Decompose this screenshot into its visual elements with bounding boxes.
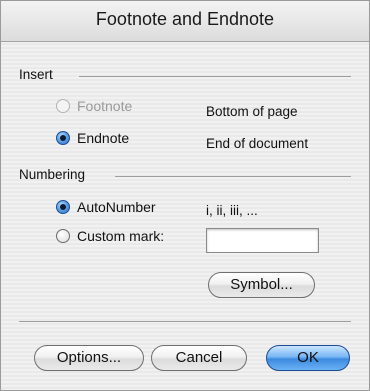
autonumber-label: AutoNumber [77, 199, 156, 215]
symbol-button[interactable]: Symbol... [208, 272, 315, 298]
autonumber-radio[interactable] [56, 200, 70, 214]
footnote-endnote-dialog: Footnote and Endnote Insert Footnote Bot… [0, 0, 370, 391]
cancel-button[interactable]: Cancel [151, 345, 247, 371]
footnote-radio[interactable] [56, 99, 70, 113]
custom-mark-label: Custom mark: [77, 228, 165, 244]
buttons-divider [19, 321, 351, 322]
custom-mark-input[interactable] [206, 228, 319, 253]
footnote-description: Bottom of page [206, 104, 298, 119]
footnote-label: Footnote [77, 98, 133, 114]
ok-button[interactable]: OK [266, 345, 350, 371]
numbering-divider [115, 176, 351, 177]
insert-divider [79, 76, 351, 77]
insert-section-label: Insert [19, 67, 53, 82]
custom-mark-radio[interactable] [56, 229, 70, 243]
endnote-description: End of document [206, 136, 309, 151]
title-bar[interactable]: Footnote and Endnote [1, 1, 369, 42]
dialog-title: Footnote and Endnote [95, 9, 275, 29]
autonumber-format: i, ii, iii, ... [206, 203, 258, 218]
numbering-section-label: Numbering [19, 167, 86, 182]
endnote-label: Endnote [77, 130, 130, 146]
endnote-radio[interactable] [56, 131, 70, 145]
options-button[interactable]: Options... [34, 345, 144, 371]
